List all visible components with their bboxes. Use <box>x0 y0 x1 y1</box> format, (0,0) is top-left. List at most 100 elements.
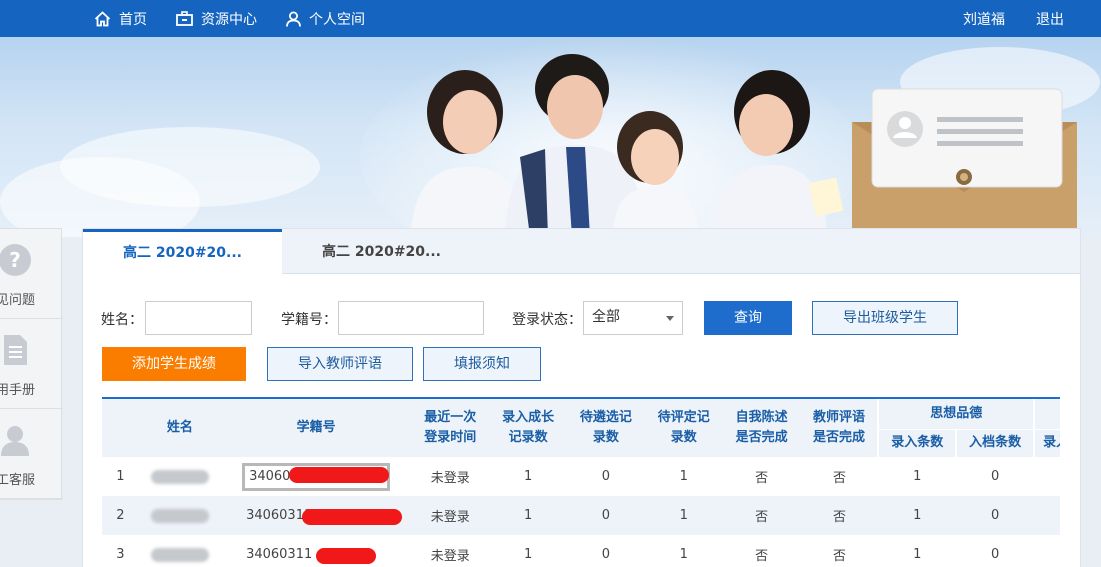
fill-instructions-button[interactable]: 填报须知 <box>423 347 541 381</box>
class-students-card: 高二 2020#20... 高二 2020#20... 姓名： 学籍号： 登录状… <box>82 228 1081 567</box>
logout-link[interactable]: 退出 <box>1036 0 1064 37</box>
login-time-cell: 未登录 <box>430 471 470 486</box>
side-service-label: 人工客服 <box>0 473 36 488</box>
pending-eval-cell: 1 <box>679 469 688 484</box>
col-login-header: 最近一次登录时间 <box>411 399 490 457</box>
self-desc-cell: 否 <box>755 549 769 564</box>
tab-class-1[interactable]: 高二 2020#20... <box>83 229 282 275</box>
hero-banner <box>0 37 1101 237</box>
col-entered-header: 录入条数 <box>877 428 957 457</box>
pending-eval-cell: 1 <box>644 496 723 535</box>
side-item-service[interactable]: 人工客服 <box>0 409 63 499</box>
row-index: 3 <box>116 547 125 562</box>
nav-personal[interactable]: 个人空间 <box>286 0 365 37</box>
archived-count-cell: 0 <box>956 496 1035 535</box>
col-teacher-eval-header: 教师评语是否完成 <box>800 399 879 457</box>
table-row[interactable]: 1 340603 未登录 1 0 1 否 否 1 0 0 <box>102 457 1060 496</box>
briefcase-icon <box>176 11 193 26</box>
class-tabs: 高二 2020#20... 高二 2020#20... <box>83 229 1080 275</box>
pending-select-cell: 0 <box>601 469 611 484</box>
nav-personal-label: 个人空间 <box>309 11 365 28</box>
student-id-highlight: 340603 <box>242 462 391 491</box>
col-moral-header: 思想品德 <box>877 399 1035 429</box>
pending-select-cell: 0 <box>601 547 611 562</box>
col-self-desc-header: 自我陈述是否完成 <box>722 399 801 457</box>
col-next-group-header <box>1033 399 1060 429</box>
login-time-cell: 未登录 <box>430 549 470 564</box>
entered-count-cell: 1 <box>913 469 922 484</box>
student-name-redacted <box>139 457 221 496</box>
col-id-header: 学籍号 <box>220 399 412 457</box>
home-icon <box>94 10 111 26</box>
col-pending-eval-header: 待评定记录数 <box>644 399 723 457</box>
archived-count-cell: 0 <box>991 547 1000 562</box>
row-index: 2 <box>102 496 139 535</box>
svg-text:?: ? <box>9 248 21 272</box>
pending-eval-cell: 1 <box>679 547 688 562</box>
table-row[interactable]: 2 34060311 未登录 1 0 1 否 否 1 0 0 <box>102 496 1060 535</box>
nav-resources[interactable]: 资源中心 <box>176 0 257 37</box>
growth-count-cell: 1 <box>489 496 568 535</box>
logout-label: 退出 <box>1036 11 1064 28</box>
user-icon <box>286 11 301 27</box>
col-name-header: 姓名 <box>138 399 221 457</box>
self-desc-cell: 否 <box>722 496 801 535</box>
username-label: 刘道福 <box>963 11 1005 28</box>
growth-count-cell: 1 <box>523 547 533 562</box>
teacher-eval-cell: 否 <box>832 471 846 486</box>
col-growth-header: 录入成长记录数 <box>489 399 568 457</box>
teacher-eval-cell: 否 <box>832 549 846 564</box>
login-status-select[interactable]: 全部 <box>583 301 683 335</box>
export-class-students-button[interactable]: 导出班级学生 <box>812 301 958 335</box>
students-table: 姓名 学籍号 最近一次登录时间 录入成长记录数 待遴选记录数 待评定记录数 自我… <box>102 399 1060 567</box>
student-id-cell: 340603 <box>221 457 412 496</box>
table-row[interactable]: 3 34060311 未登录 1 0 1 否 否 1 0 0 <box>102 535 1060 567</box>
side-item-faq[interactable]: ? 常见问题 <box>0 229 63 319</box>
archived-count-cell: 0 <box>991 469 1000 484</box>
banner-illustration <box>360 37 1077 237</box>
entered-count-cell: 1 <box>878 496 957 535</box>
col-pending-select-header: 待遴选记录数 <box>567 399 645 457</box>
login-status-label: 登录状态： <box>512 312 582 328</box>
login-status-value: 全部 <box>592 309 620 325</box>
student-id-filter-input[interactable] <box>338 301 484 335</box>
row-index: 1 <box>116 469 125 484</box>
chevron-down-icon <box>666 316 674 321</box>
question-icon: ? <box>0 244 31 276</box>
id-filter-label: 学籍号： <box>281 312 337 328</box>
top-nav-bar: 首页 资源中心 个人空间 刘道福 退出 <box>0 0 1101 37</box>
self-desc-cell: 否 <box>755 471 769 486</box>
student-id-cell: 34060311 <box>220 496 412 535</box>
student-id-cell: 34060311 <box>221 535 412 567</box>
student-name-redacted <box>139 535 221 567</box>
query-button[interactable]: 查询 <box>704 301 792 335</box>
entered-count-cell: 1 <box>913 547 922 562</box>
tab-class-2[interactable]: 高二 2020#20... <box>282 229 481 274</box>
person-icon <box>1 426 29 456</box>
nav-home-label: 首页 <box>119 11 147 28</box>
import-teacher-comments-button[interactable]: 导入教师评语 <box>267 347 413 381</box>
teacher-eval-cell: 否 <box>800 496 879 535</box>
student-name-redacted <box>138 496 221 535</box>
login-time-cell: 未登录 <box>411 496 490 535</box>
side-faq-label: 常见问题 <box>0 293 36 308</box>
entered2-count-cell: 0 <box>1034 457 1060 496</box>
document-icon <box>4 335 27 365</box>
entered2-count-cell: 0 <box>1034 535 1060 567</box>
col-index-header <box>102 399 139 457</box>
col-archived-header: 入档条数 <box>955 428 1035 457</box>
help-side-panel: ? 常见问题 使用手册 人工客服 <box>0 228 63 500</box>
side-manual-label: 使用手册 <box>0 383 36 398</box>
col-entered2-header: 录入条 <box>1033 428 1060 457</box>
side-item-manual[interactable]: 使用手册 <box>0 319 63 409</box>
growth-count-cell: 1 <box>523 469 533 484</box>
name-filter-label: 姓名： <box>101 312 143 328</box>
name-filter-input[interactable] <box>145 301 252 335</box>
nav-username[interactable]: 刘道福 <box>963 0 1005 37</box>
nav-resources-label: 资源中心 <box>201 11 257 28</box>
nav-home[interactable]: 首页 <box>94 0 147 37</box>
students-table-wrapper: 姓名 学籍号 最近一次登录时间 录入成长记录数 待遴选记录数 待评定记录数 自我… <box>102 397 1060 567</box>
pending-select-cell: 0 <box>567 496 645 535</box>
entered2-count-cell: 0 <box>1034 496 1060 535</box>
add-student-scores-button[interactable]: 添加学生成绩 <box>102 347 246 381</box>
